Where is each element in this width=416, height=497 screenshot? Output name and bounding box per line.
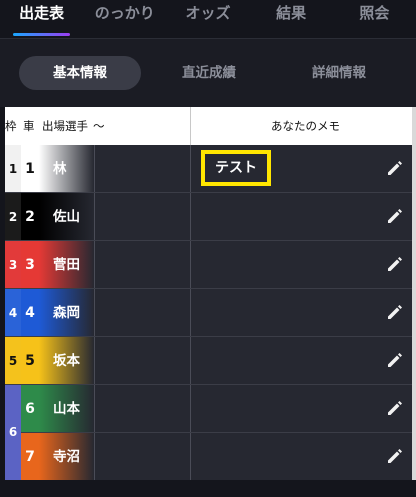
pencil-icon[interactable]: [385, 398, 405, 418]
header-waku: 枠: [5, 119, 17, 133]
column-divider: [94, 337, 95, 385]
column-divider: [190, 145, 191, 193]
column-divider: [190, 433, 191, 481]
car-number-cell: 6: [21, 385, 39, 433]
table-row: 6 山本: [5, 385, 416, 433]
pencil-icon[interactable]: [385, 302, 405, 322]
header-extra: 〜: [93, 119, 105, 133]
car-number-cell: 3: [21, 241, 39, 289]
player-name[interactable]: 山本: [39, 385, 94, 433]
bottom-strip: [0, 480, 416, 497]
subtab-basic-info[interactable]: 基本情報: [19, 56, 141, 90]
car-number-cell: 5: [21, 337, 39, 385]
table-row: 2 2 佐山: [5, 193, 416, 241]
header-player: 出場選手: [42, 119, 88, 133]
column-divider: [94, 433, 95, 481]
tab-shokai[interactable]: 照会: [333, 0, 416, 38]
table-row: 5 5 坂本: [5, 337, 416, 385]
column-divider: [94, 385, 95, 433]
memo-text[interactable]: テスト: [201, 150, 271, 186]
table-row: 7 寺沼: [5, 433, 416, 481]
subtab-recent-results[interactable]: 直近成績: [148, 56, 270, 90]
pencil-icon[interactable]: [385, 350, 405, 370]
header-car: 車: [23, 119, 35, 133]
player-name[interactable]: 森岡: [39, 289, 94, 337]
player-name[interactable]: 坂本: [39, 337, 94, 385]
waku-cell: 1: [5, 145, 21, 193]
table-row: 1 1 林 テスト: [5, 145, 416, 193]
waku-cell: 2: [5, 193, 21, 241]
player-name[interactable]: 林: [39, 145, 94, 193]
column-divider: [190, 385, 191, 433]
header-memo: あなたのメモ: [271, 119, 340, 133]
column-divider: [94, 145, 95, 193]
waku-cell: 4: [5, 289, 21, 337]
pencil-icon[interactable]: [385, 446, 405, 466]
tab-shussohyo[interactable]: 出走表: [0, 0, 83, 38]
player-name[interactable]: 佐山: [39, 193, 94, 241]
pencil-icon[interactable]: [385, 254, 405, 274]
column-divider: [190, 289, 191, 337]
table-header: 枠 車 出場選手 〜 あなたのメモ: [5, 107, 416, 145]
player-name[interactable]: 寺沼: [39, 433, 94, 481]
tab-kekka[interactable]: 結果: [250, 0, 333, 38]
top-tab-bar: 出走表 のっかり オッズ 結果 照会: [0, 0, 416, 38]
table-row: 3 3 菅田: [5, 241, 416, 289]
column-divider: [190, 337, 191, 385]
car-number-cell: 1: [21, 145, 39, 193]
tab-odds[interactable]: オッズ: [166, 0, 249, 38]
car-number-cell: 4: [21, 289, 39, 337]
player-name[interactable]: 菅田: [39, 241, 94, 289]
waku-cell: 5: [5, 337, 21, 385]
column-divider: [94, 241, 95, 289]
car-number-cell: 2: [21, 193, 39, 241]
column-divider: [190, 193, 191, 241]
subtab-detail-info[interactable]: 詳細情報: [278, 56, 400, 90]
tab-nokkari[interactable]: のっかり: [83, 0, 166, 38]
column-divider: [94, 193, 95, 241]
pencil-icon[interactable]: [385, 158, 405, 178]
column-divider: [190, 241, 191, 289]
entry-table: 枠 車 出場選手 〜 あなたのメモ 1 1 林テスト 2 2 佐山 3 3 菅田 4 4 森岡 5 5 坂本…: [5, 107, 416, 481]
sub-tab-bar: 基本情報 直近成績 詳細情報: [0, 39, 416, 107]
waku-cell: 3: [5, 241, 21, 289]
header-divider: [190, 107, 191, 145]
scroll-edge: [412, 107, 416, 480]
waku-6-cell: 6: [5, 385, 21, 480]
table-row: 4 4 森岡: [5, 289, 416, 337]
pencil-icon[interactable]: [385, 206, 405, 226]
car-number-cell: 7: [21, 433, 39, 481]
column-divider: [94, 289, 95, 337]
